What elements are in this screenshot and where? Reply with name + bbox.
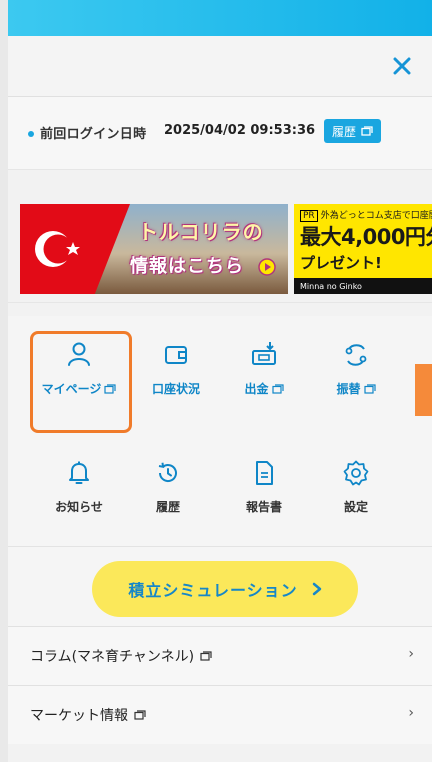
menu-label-withdraw-text: 出金: [244, 382, 269, 396]
campaign-footer: Minna no Ginko: [294, 278, 432, 294]
login-history-button[interactable]: 履歴: [324, 119, 382, 143]
campaign-line-1: PR外為どっとコム支店で口座開設: [300, 208, 432, 222]
banner-subheadline: 情報はこちら: [130, 256, 244, 277]
top-bar: [8, 0, 432, 36]
side-tab[interactable]: [415, 364, 432, 416]
savings-simulation-button[interactable]: 積立シミュレーション: [92, 561, 358, 617]
history-icon: [158, 462, 177, 482]
menu-item-notices[interactable]: お知らせ: [31, 452, 127, 530]
menu-label-settings: 設定: [343, 500, 368, 514]
turkish-lira-banner[interactable]: トルコリラの 情報はこちら: [20, 204, 288, 294]
menu-item-withdraw[interactable]: 出金: [216, 334, 312, 412]
menu-label-withdraw: 出金: [244, 380, 284, 397]
mypage-highlight: [30, 331, 132, 433]
close-icon: [393, 57, 411, 75]
last-login-row: 前回ログイン日時 2025/04/02 09:53:36 履歴: [8, 97, 432, 170]
market-info-link-row[interactable]: マーケット情報 ›: [8, 685, 432, 744]
menu-label-history: 履歴: [155, 500, 180, 514]
chevron-right-icon: [312, 582, 321, 596]
chevron-right-icon: ›: [408, 705, 414, 721]
menu-label-reports: 報告書: [245, 500, 282, 514]
external-window-icon: [271, 383, 284, 394]
menu-item-settings[interactable]: 設定: [308, 452, 404, 530]
menu-item-reports[interactable]: 報告書: [216, 452, 312, 530]
column-link-row[interactable]: コラム(マネ育チャンネル) ›: [8, 626, 432, 685]
wallet-icon: [165, 346, 187, 364]
login-history-label: 履歴: [332, 124, 357, 139]
column-link: コラム(マネ育チャンネル): [30, 646, 212, 666]
close-button[interactable]: [386, 50, 418, 82]
menu-label-account-status: 口座状況: [151, 382, 200, 396]
last-login-label: 前回ログイン日時: [40, 127, 147, 142]
crescent-star-icon: [35, 231, 80, 267]
chevron-right-icon: ›: [408, 646, 414, 662]
close-bar: [8, 36, 432, 97]
bullet-dot: [28, 131, 34, 137]
menu-panel: 前回ログイン日時 2025/04/02 09:53:36 履歴 トルコリラの 情…: [8, 0, 432, 762]
document-icon: [256, 461, 273, 485]
menu-item-transfer[interactable]: 振替: [308, 334, 404, 412]
menu-label-transfer-text: 振替: [336, 382, 361, 396]
market-info-label: マーケット情報: [30, 708, 128, 724]
campaign-banner[interactable]: PR外為どっとコム支店で口座開設 最大4,000円分&4,6 プレゼント! Mi…: [294, 204, 432, 294]
campaign-line-3: プレゼント!: [300, 254, 382, 272]
external-window-icon: [363, 383, 376, 394]
external-window-icon: [200, 651, 212, 661]
play-arrow-icon: [258, 258, 276, 276]
banner-headline: トルコリラの: [138, 220, 264, 244]
last-login-datetime: 2025/04/02 09:53:36: [164, 123, 316, 138]
gear-icon: [343, 460, 369, 486]
campaign-line-1-text: 外為どっとコム支店で口座開設: [320, 211, 432, 221]
withdraw-icon: [252, 342, 276, 365]
menu-item-account-status[interactable]: 口座状況: [128, 334, 224, 412]
bell-icon: [69, 461, 89, 484]
simulation-section: 積立シミュレーション: [8, 546, 432, 627]
campaign-line-2: 最大4,000円分&4,6: [300, 225, 432, 249]
transfer-icon: [345, 344, 367, 366]
simulation-label: 積立シミュレーション: [128, 581, 298, 600]
external-window-icon: [134, 710, 146, 720]
column-link-label: コラム(マネ育チャンネル): [30, 649, 195, 665]
menu-label-notices: お知らせ: [55, 500, 103, 514]
banner-carousel: トルコリラの 情報はこちら PR外為どっとコム支店で口座開設 最大4,000円分…: [8, 184, 432, 303]
menu-label-transfer: 振替: [336, 380, 376, 397]
menu-item-history[interactable]: 履歴: [120, 452, 216, 530]
market-info-link: マーケット情報: [30, 705, 146, 725]
external-window-icon: [361, 126, 373, 136]
